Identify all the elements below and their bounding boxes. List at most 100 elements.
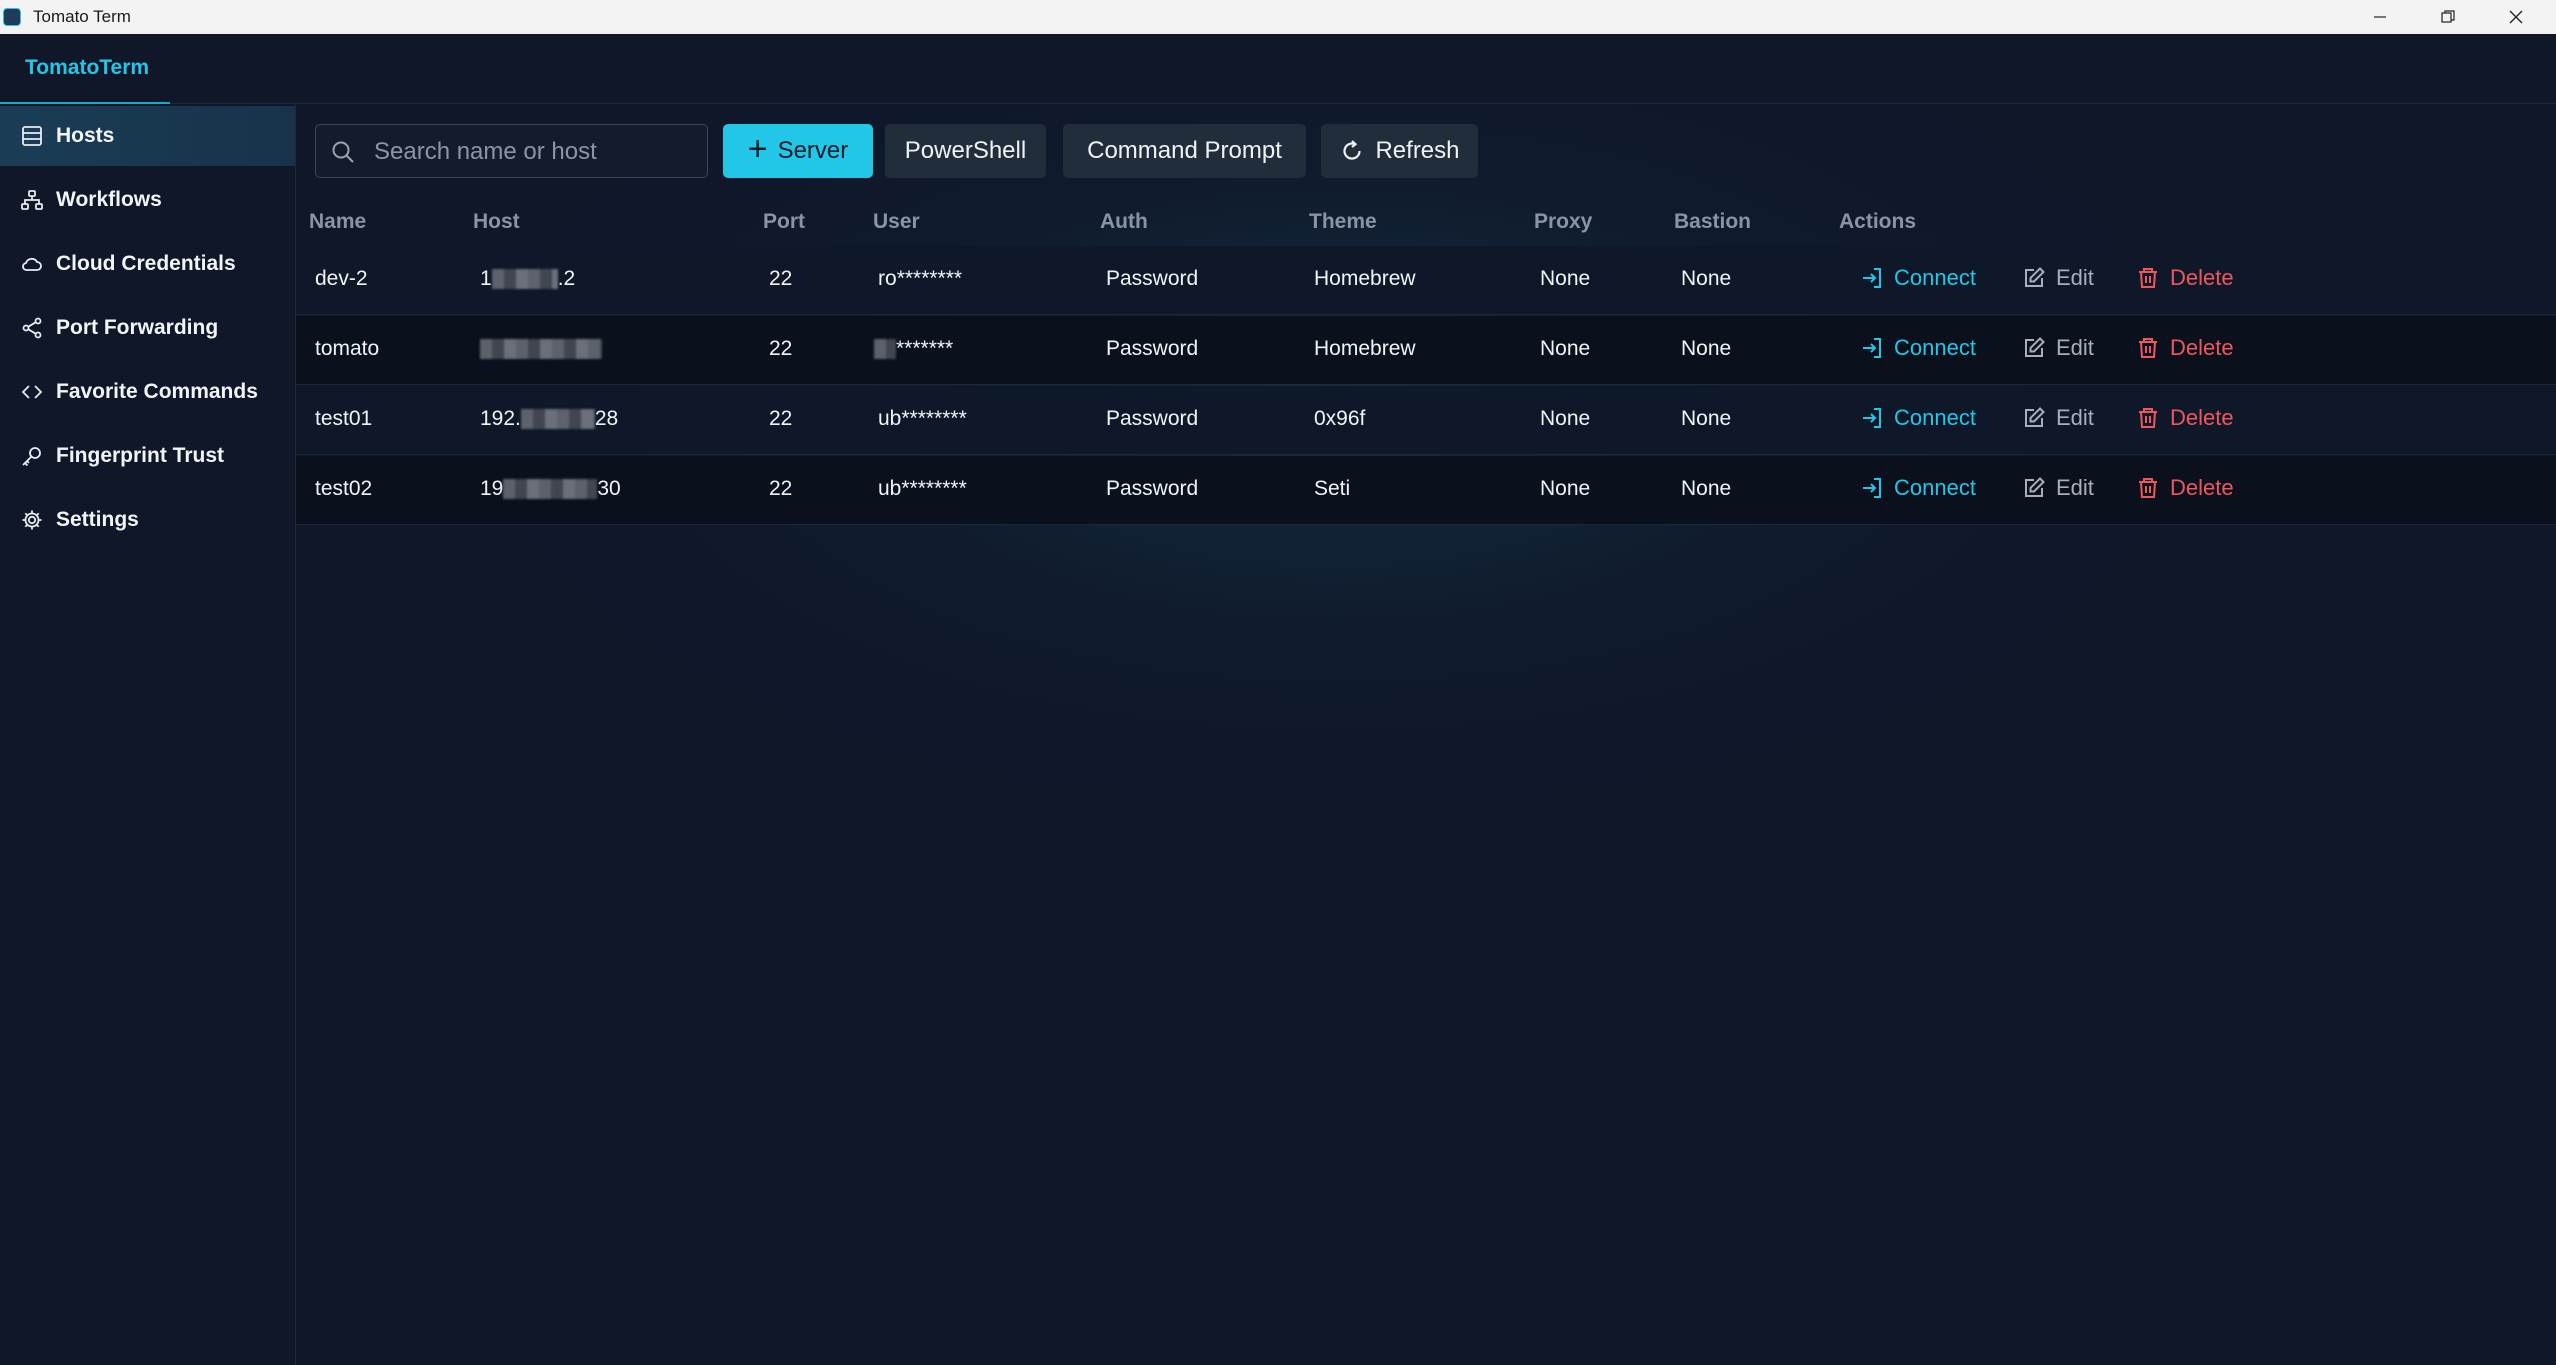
delete-button[interactable]: Delete	[2136, 335, 2234, 361]
edit-button[interactable]: Edit	[2022, 405, 2094, 431]
host-user-suffix: *******	[896, 337, 954, 360]
connect-button[interactable]: Connect	[1860, 405, 1976, 431]
host-auth: Password	[1106, 477, 1199, 500]
connect-button[interactable]: Connect	[1860, 335, 1976, 361]
edit-button[interactable]: Edit	[2022, 265, 2094, 291]
connect-button[interactable]: Connect	[1860, 265, 1976, 291]
sidebar-item-label: Hosts	[56, 124, 115, 147]
host-address: 19 30	[480, 477, 621, 501]
brand-logo[interactable]: TomatoTerm	[25, 56, 149, 80]
column-header-auth: Auth	[1100, 210, 1148, 233]
host-address-suffix: 30	[597, 477, 621, 500]
redacted-blur	[491, 269, 558, 290]
host-theme: 0x96f	[1314, 407, 1366, 430]
close-icon	[2509, 10, 2523, 24]
delete-label: Delete	[2170, 265, 2234, 290]
sidebar-item-cloud-credentials[interactable]: Cloud Credentials	[0, 234, 295, 294]
sidebar-item-label: Favorite Commands	[56, 380, 258, 403]
server-list-icon	[20, 124, 44, 148]
sidebar-item-workflows[interactable]: Workflows	[0, 170, 295, 230]
edit-icon	[2025, 407, 2045, 427]
host-port: 22	[769, 477, 793, 500]
app-header: TomatoTerm	[0, 34, 2556, 104]
host-auth: Password	[1106, 337, 1199, 360]
table-row[interactable]: dev-2 1.2 22 ro******** Password Homebre…	[296, 246, 2556, 315]
connect-label: Connect	[1894, 265, 1976, 290]
trash-icon	[2139, 408, 2157, 428]
host-address	[480, 337, 602, 361]
host-user-suffix: ********	[901, 477, 967, 500]
app-icon	[3, 8, 21, 26]
delete-label: Delete	[2170, 335, 2234, 360]
host-name: test02	[315, 477, 373, 500]
close-button[interactable]	[2482, 0, 2550, 34]
workflow-icon	[20, 188, 44, 212]
login-icon	[1863, 268, 1881, 288]
column-header-theme: Theme	[1309, 210, 1377, 233]
sidebar-item-label: Port Forwarding	[56, 316, 219, 339]
search-input[interactable]	[372, 125, 696, 179]
host-address-prefix: 1	[480, 267, 492, 290]
host-user-prefix: ro	[878, 267, 897, 290]
host-auth: Password	[1106, 407, 1199, 430]
add-server-button[interactable]: + Server	[723, 124, 873, 178]
host-address-suffix: .2	[557, 267, 576, 290]
add-server-label: Server	[777, 137, 849, 164]
column-header-user: User	[873, 210, 920, 233]
sidebar-item-settings[interactable]: Settings	[0, 490, 295, 550]
connect-button[interactable]: Connect	[1860, 475, 1976, 501]
table-row[interactable]: tomato 22 ******* Password Homebrew None…	[296, 316, 2556, 385]
edit-icon	[2025, 267, 2045, 287]
trash-icon	[2139, 268, 2157, 288]
trash-icon	[2139, 478, 2157, 498]
sidebar-item-fingerprint-trust[interactable]: Fingerprint Trust	[0, 426, 295, 486]
sidebar-item-port-forwarding[interactable]: Port Forwarding	[0, 298, 295, 358]
sidebar-item-label: Fingerprint Trust	[56, 444, 224, 467]
refresh-button[interactable]: Refresh	[1321, 124, 1478, 178]
host-user-prefix: ub	[878, 407, 902, 430]
delete-button[interactable]: Delete	[2136, 475, 2234, 501]
connect-label: Connect	[1894, 475, 1976, 500]
host-port: 22	[769, 267, 793, 290]
host-port: 22	[769, 407, 793, 430]
command-prompt-button[interactable]: Command Prompt	[1063, 124, 1306, 178]
edit-button[interactable]: Edit	[2022, 475, 2094, 501]
minimize-icon	[2374, 16, 2386, 18]
host-bastion: None	[1681, 267, 1732, 290]
host-proxy: None	[1540, 267, 1591, 290]
refresh-icon	[1343, 140, 1362, 160]
sidebar-item-hosts[interactable]: Hosts	[0, 106, 295, 166]
host-address-prefix: 192.	[480, 407, 521, 430]
host-user: *******	[874, 337, 953, 361]
host-theme: Homebrew	[1314, 337, 1416, 360]
host-bastion: None	[1681, 477, 1732, 500]
login-icon	[1863, 408, 1881, 428]
maximize-button[interactable]	[2414, 0, 2482, 34]
host-user: ro********	[878, 267, 962, 291]
powershell-label: PowerShell	[904, 137, 1027, 164]
host-auth: Password	[1106, 267, 1199, 290]
delete-button[interactable]: Delete	[2136, 405, 2234, 431]
search-box[interactable]	[315, 124, 708, 179]
edit-icon	[2025, 477, 2045, 497]
host-address: 192. 28	[480, 407, 618, 431]
edit-button[interactable]: Edit	[2022, 335, 2094, 361]
edit-icon	[2025, 337, 2045, 357]
refresh-label: Refresh	[1375, 137, 1460, 164]
host-theme: Seti	[1314, 477, 1351, 500]
login-icon	[1863, 478, 1881, 498]
table-row[interactable]: test01 192. 28 22 ub******** Password 0x9…	[296, 386, 2556, 455]
host-name: tomato	[315, 337, 380, 360]
sidebar-item-favorite-commands[interactable]: Favorite Commands	[0, 362, 295, 422]
delete-button[interactable]: Delete	[2136, 265, 2234, 291]
code-icon	[20, 380, 44, 404]
host-user: ub********	[878, 477, 967, 501]
sidebar-item-label: Workflows	[56, 188, 162, 211]
redacted-blur	[874, 339, 896, 360]
host-user-suffix: ********	[901, 407, 967, 430]
table-row[interactable]: test02 19 30 22 ub******** Password Seti …	[296, 456, 2556, 525]
minimize-button[interactable]	[2346, 0, 2414, 34]
host-bastion: None	[1681, 407, 1732, 430]
powershell-button[interactable]: PowerShell	[885, 124, 1046, 178]
main-content: + Server PowerShell Command Prompt Refre…	[296, 104, 2556, 1365]
